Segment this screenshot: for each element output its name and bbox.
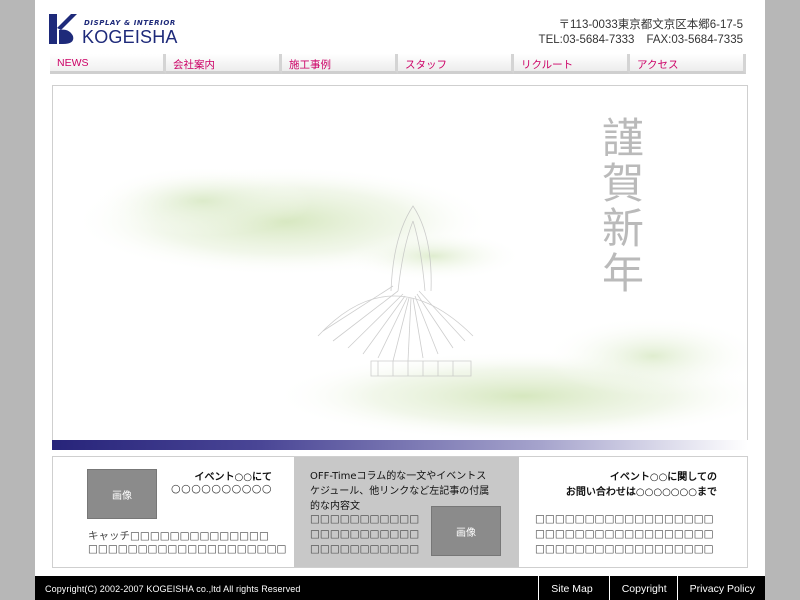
event-title: イベント○○にて [194, 472, 272, 483]
phone-line: TEL:03-5684-7333 FAX:03-5684-7335 [539, 33, 743, 48]
column-text-line: OFF-Timeコラム的な一文やイベントス [310, 471, 487, 482]
inquiry-panel-right[interactable]: イベント○○に関しての お問い合わせは○○○○○○○まで □□□□□□□□□□□… [519, 457, 747, 567]
inquiry-body-line: □□□□□□□□□□□□□□□□□□ [535, 513, 714, 525]
event-image: 画像 [87, 469, 157, 519]
footer-link-copyright[interactable]: Copyright [608, 576, 677, 600]
nav-item-recruit[interactable]: リクルート [514, 54, 630, 74]
footer-links: Site Map Copyright Privacy Policy [538, 576, 765, 600]
copyright-text: Copyright(C) 2002-2007 KOGEISHA co.,ltd … [45, 584, 301, 594]
inquiry-subtitle: お問い合わせは○○○○○○○まで [565, 487, 717, 498]
logo-name: KOGEISHA [82, 27, 178, 47]
column-panel-middle[interactable]: OFF-Timeコラム的な一文やイベントス ケジュール、他リンクなど左記事の付属… [294, 457, 519, 567]
k-logo-icon [49, 14, 77, 44]
fax-text: FAX:03-5684-7335 [646, 34, 743, 46]
greeting-text: 謹 賀 新 年 [601, 114, 644, 298]
inquiry-body-line: □□□□□□□□□□□□□□□□□□ [535, 528, 714, 540]
nav-item-access[interactable]: アクセス [630, 54, 746, 74]
footer-link-privacy[interactable]: Privacy Policy [676, 576, 765, 600]
inquiry-body-line: □□□□□□□□□□□□□□□□□□ [535, 543, 714, 555]
tel-text: TEL:03-5684-7333 [538, 34, 635, 46]
gradient-divider [52, 440, 748, 450]
event-catch: キャッチ□□□□□□□□□□□□□□ [88, 530, 269, 542]
footer-link-sitemap[interactable]: Site Map [538, 576, 602, 600]
column-image: 画像 [431, 506, 501, 556]
column-text-line: ケジュール、他リンクなど左記事の付属 [310, 486, 490, 497]
nav-item-works[interactable]: 施工事例 [282, 54, 398, 74]
event-panel-left[interactable]: 画像 イベント○○にて ○○○○○○○○○○ キャッチ□□□□□□□□□□□□□… [53, 457, 294, 567]
hero-banner: 謹 賀 新 年 [52, 85, 748, 442]
address-text: 〒113-0033東京都文京区本郷6-17-5 [558, 19, 744, 31]
column-body-line: □□□□□□□□□□□ [310, 513, 420, 525]
contact-info: 〒113-0033東京都文京区本郷6-17-5 TEL:03-5684-7333… [539, 18, 743, 48]
column-body-line: □□□□□□□□□□□ [310, 543, 420, 555]
nav-item-staff[interactable]: スタッフ [398, 54, 514, 74]
inquiry-title: イベント○○に関しての [609, 472, 717, 483]
event-subtitle: ○○○○○○○○○○ [171, 482, 272, 495]
company-logo[interactable]: DISPLAY & INTERIOR KOGEISHA [49, 12, 209, 47]
main-nav: NEWS 会社案内 施工事例 スタッフ リクルート アクセス [50, 54, 746, 74]
logo-tagline: DISPLAY & INTERIOR [84, 19, 176, 27]
feature-panels: 画像 イベント○○にて ○○○○○○○○○○ キャッチ□□□□□□□□□□□□□… [52, 456, 748, 568]
nav-item-company[interactable]: 会社案内 [166, 54, 282, 74]
column-text-line: 的な内容文 [310, 501, 360, 512]
nav-item-news[interactable]: NEWS [50, 54, 166, 74]
column-body-line: □□□□□□□□□□□ [310, 528, 420, 540]
event-catch-body: □□□□□□□□□□□□□□□□□□□□ [88, 543, 287, 555]
site-footer: Copyright(C) 2002-2007 KOGEISHA co.,ltd … [35, 576, 765, 600]
